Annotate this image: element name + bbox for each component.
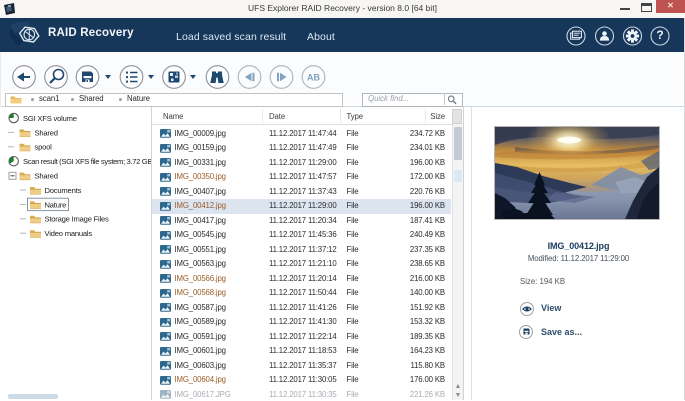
- svg-text:AB: AB: [307, 72, 320, 82]
- svg-text:Documents: Documents: [45, 186, 82, 195]
- svg-text:Nature: Nature: [45, 200, 67, 209]
- svg-text:Shared: Shared: [35, 128, 58, 137]
- svg-text:SGI XFS volume: SGI XFS volume: [23, 114, 77, 123]
- svg-text:spool: spool: [35, 143, 53, 152]
- svg-text:Scan result (SGI XFS file syst: Scan result (SGI XFS file system; 3.72 G…: [23, 157, 151, 166]
- svg-text:Video manuals: Video manuals: [45, 229, 93, 238]
- svg-text:Storage Image Files: Storage Image Files: [45, 215, 110, 224]
- svg-text:Shared: Shared: [35, 172, 58, 181]
